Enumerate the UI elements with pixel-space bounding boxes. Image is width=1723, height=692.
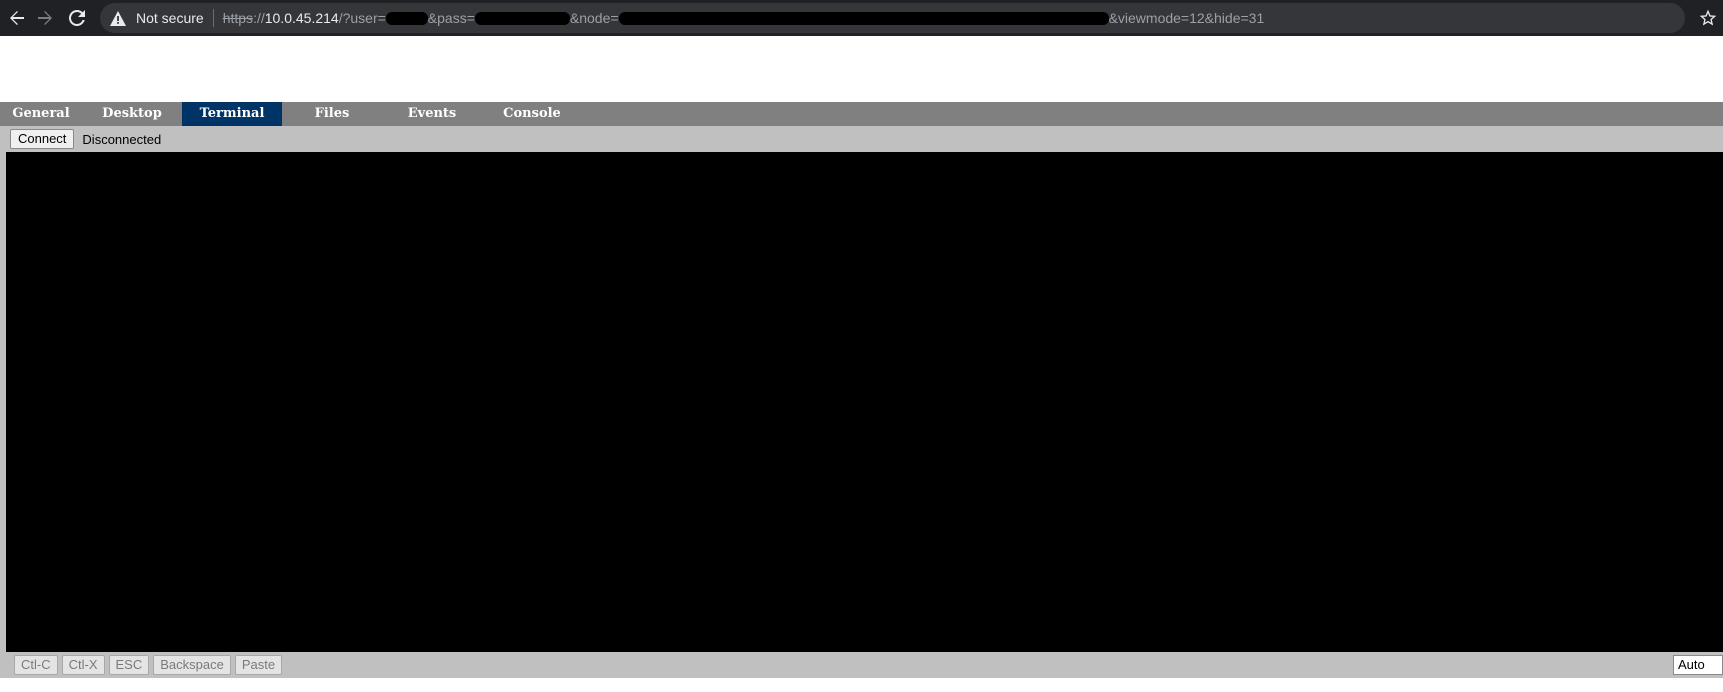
security-status: Not secure [136, 10, 204, 26]
forward-button[interactable] [28, 0, 62, 36]
backspace-button[interactable]: Backspace [153, 655, 231, 675]
connection-status: Disconnected [82, 131, 162, 147]
terminal-screen[interactable] [6, 152, 1723, 652]
redacted-region [474, 12, 570, 25]
esc-button[interactable]: ESC [108, 655, 150, 675]
tab-files[interactable]: Files [282, 102, 382, 126]
url-text: https://10.0.45.214/?user= &pass= &node= &v… [223, 10, 1265, 26]
tab-desktop[interactable]: Desktop [82, 102, 182, 126]
main-tab-bar: General Desktop Terminal Files Events Co… [0, 102, 1723, 126]
tab-events[interactable]: Events [382, 102, 482, 126]
reload-button[interactable] [60, 0, 94, 36]
terminal-mode-select[interactable]: Auto [1673, 655, 1723, 675]
arrow-right-icon [38, 11, 52, 25]
url-host: 10.0.45.214 [264, 10, 339, 26]
connect-button[interactable]: Connect [10, 129, 75, 149]
bookmark-button[interactable] [1693, 0, 1723, 36]
url-part-node: &node= [569, 10, 619, 26]
url-scheme: https [222, 10, 254, 26]
tab-console[interactable]: Console [482, 102, 582, 126]
arrow-left-icon [10, 11, 24, 25]
terminal-toolbar: Connect Disconnected [0, 126, 1723, 152]
warning-icon [110, 9, 128, 27]
redacted-region [618, 12, 1109, 25]
tab-terminal[interactable]: Terminal [182, 102, 282, 126]
url-part-tail: &viewmode=12&hide=31 [1108, 10, 1265, 26]
address-bar[interactable]: Not secure https://10.0.45.214/?user= &pa… [100, 3, 1685, 33]
star-icon [1700, 10, 1716, 26]
reload-icon [69, 10, 85, 26]
paste-button[interactable]: Paste [234, 655, 283, 675]
ctrl-c-button[interactable]: Ctl-C [14, 655, 58, 675]
omnibox-divider [212, 9, 214, 27]
browser-toolbar: Not secure https://10.0.45.214/?user= &pa… [0, 0, 1723, 36]
terminal-key-bar: Ctl-C Ctl-X ESC Backspace Paste Auto [0, 652, 1723, 678]
redacted-region [385, 12, 428, 25]
url-part-pass: &pass= [427, 10, 475, 26]
ctrl-x-button[interactable]: Ctl-X [61, 655, 105, 675]
url-part-user: /?user= [338, 10, 386, 26]
tab-general[interactable]: General [0, 102, 82, 126]
url-scheme-rest: :// [253, 10, 265, 26]
